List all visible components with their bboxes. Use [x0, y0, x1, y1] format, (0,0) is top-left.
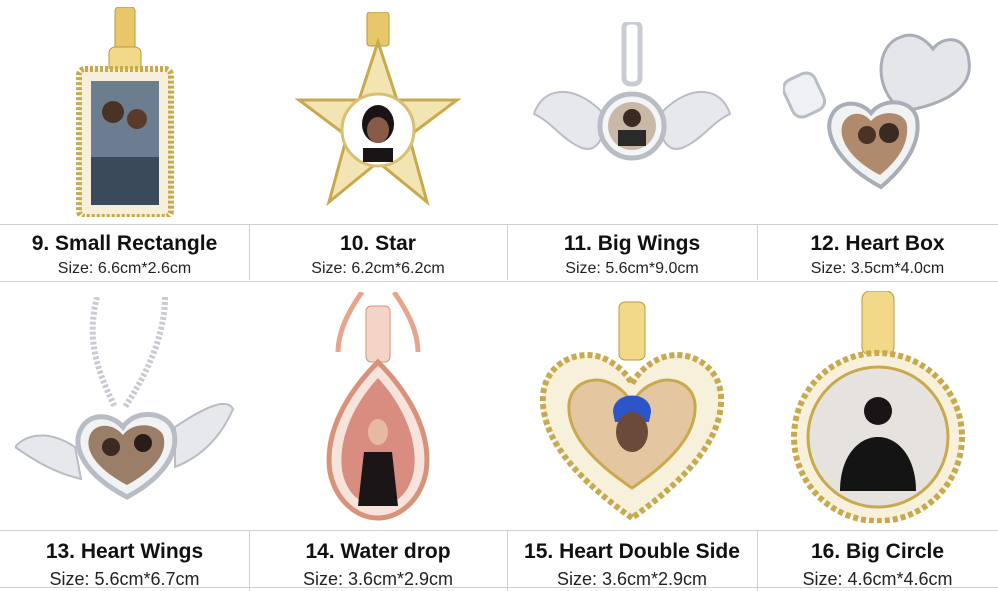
caption: 13. Heart Wings Size: 5.6cm*6.7cm	[0, 530, 249, 589]
pendant-image	[757, 0, 998, 224]
product-size: Size: 3.5cm*4.0cm	[810, 260, 945, 277]
product-name: 13. Heart Wings	[45, 540, 204, 563]
heart-box-pendant-icon	[782, 33, 971, 190]
product-card-heart-wings[interactable]: 13. Heart Wings Size: 5.6cm*6.7cm	[0, 284, 249, 591]
caption: 12. Heart Box Size: 3.5cm*4.0cm	[757, 224, 998, 282]
product-name: 12. Heart Box	[810, 232, 945, 255]
product-size: Size: 5.6cm*6.7cm	[49, 569, 200, 589]
caption: 15. Heart Double Side Size: 3.6cm*2.9cm	[507, 530, 757, 589]
divider	[249, 530, 250, 591]
product-size: Size: 6.2cm*6.2cm	[311, 260, 445, 277]
divider	[757, 224, 758, 280]
product-size: Size: 5.6cm*9.0cm	[565, 260, 699, 277]
product-card-big-circle[interactable]: 16. Big Circle Size: 4.6cm*4.6cm	[757, 284, 998, 591]
divider	[507, 224, 508, 280]
product-size: Size: 4.6cm*4.6cm	[802, 569, 953, 589]
product-grid: 9. Small Rectangle Size: 6.6cm*2.6cm 10.…	[0, 0, 998, 591]
pendant-image	[0, 0, 249, 224]
caption: 14. Water drop Size: 3.6cm*2.9cm	[249, 530, 507, 589]
pendant-image	[249, 0, 507, 224]
product-size: Size: 3.6cm*2.9cm	[302, 569, 454, 589]
pendant-image	[507, 0, 757, 224]
caption: 11. Big Wings Size: 5.6cm*9.0cm	[507, 224, 757, 282]
product-card-heart-box[interactable]: 12. Heart Box Size: 3.5cm*4.0cm	[757, 0, 998, 282]
pendant-image	[757, 284, 998, 530]
heart-double-side-pendant-icon	[539, 301, 725, 522]
product-card-heart-double-side[interactable]: 15. Heart Double Side Size: 3.6cm*2.9cm	[507, 284, 757, 591]
product-size: Size: 3.6cm*2.9cm	[556, 569, 708, 589]
small-rectangle-pendant-icon	[75, 7, 174, 217]
caption: 10. Star Size: 6.2cm*6.2cm	[249, 224, 507, 282]
divider	[249, 224, 250, 280]
big-circle-pendant-icon	[790, 291, 965, 523]
star-pendant-icon	[294, 12, 462, 207]
product-name: 11. Big Wings	[563, 232, 701, 255]
big-wings-pendant-icon	[532, 22, 732, 161]
caption: 9. Small Rectangle Size: 6.6cm*2.6cm	[0, 224, 249, 282]
caption: 16. Big Circle Size: 4.6cm*4.6cm	[757, 530, 998, 589]
product-card-small-rectangle[interactable]: 9. Small Rectangle Size: 6.6cm*2.6cm	[0, 0, 249, 282]
pendant-image	[507, 284, 757, 530]
product-name: 10. Star	[340, 232, 416, 255]
pendant-image	[0, 284, 249, 530]
product-card-star[interactable]: 10. Star Size: 6.2cm*6.2cm	[249, 0, 507, 282]
heart-wings-pendant-icon	[14, 297, 234, 500]
product-name: 16. Big Circle	[810, 540, 945, 563]
product-size: Size: 6.6cm*2.6cm	[57, 260, 192, 277]
pendant-image	[249, 284, 507, 530]
product-card-big-wings[interactable]: 11. Big Wings Size: 5.6cm*9.0cm	[507, 0, 757, 282]
divider	[507, 530, 508, 591]
product-name: 15. Heart Double Side	[524, 540, 740, 563]
divider	[757, 530, 758, 591]
water-drop-pendant-icon	[326, 292, 430, 521]
product-card-water-drop[interactable]: 14. Water drop Size: 3.6cm*2.9cm	[249, 284, 507, 591]
product-name: 9. Small Rectangle	[31, 232, 218, 255]
product-name: 14. Water drop	[305, 540, 451, 563]
